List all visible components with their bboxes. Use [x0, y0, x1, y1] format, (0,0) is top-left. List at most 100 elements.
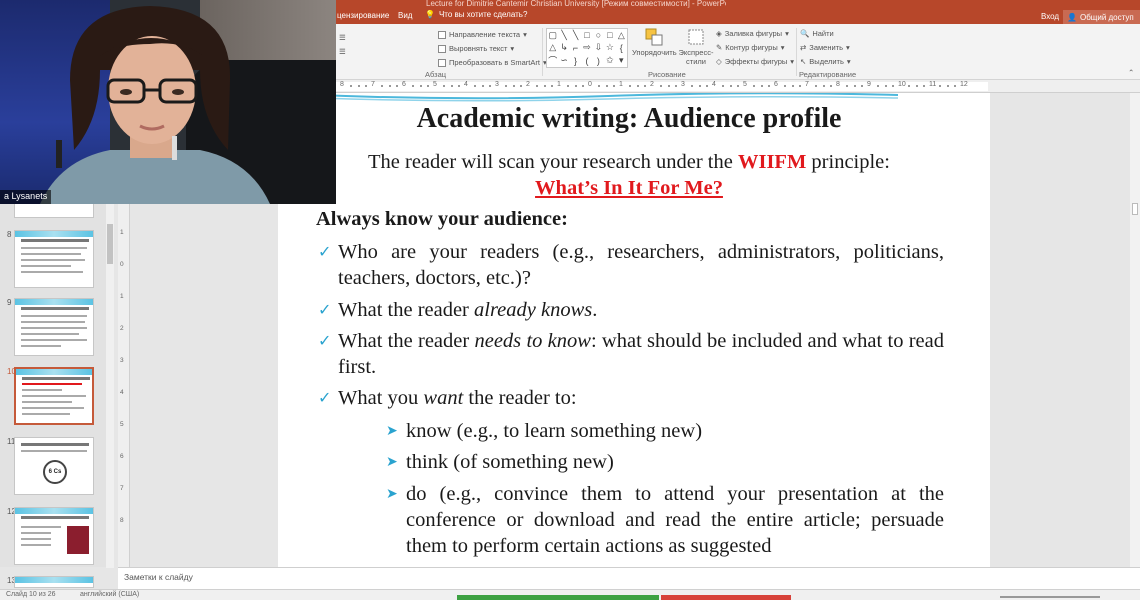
slide[interactable]: Academic writing: Audience profile The r… — [278, 93, 990, 567]
slide-thumbnail[interactable] — [14, 298, 94, 356]
smartart-button[interactable]: Преобразовать в SmartArt ▾ — [438, 58, 547, 67]
vruler-number: 6 — [120, 453, 124, 460]
replace-label: Заменить — [809, 43, 843, 52]
ruler-tick — [760, 85, 763, 87]
shape-brace-icon[interactable]: ) — [593, 54, 604, 67]
shape-brace-icon[interactable]: } — [570, 54, 581, 67]
align-text-icon — [438, 44, 446, 53]
thumbnail-number: 9 — [7, 298, 12, 307]
shape-triangle-icon[interactable]: △ — [547, 42, 558, 55]
shape-brace-icon[interactable]: ( — [581, 54, 592, 67]
ruler-tick — [938, 85, 941, 87]
ruler-tick — [520, 85, 523, 87]
select-button[interactable]: ↖ Выделить ▾ — [800, 57, 851, 66]
align-text-button[interactable]: Выровнять текст ▾ — [438, 44, 514, 53]
slide-thumbnail[interactable]: 6 Cs — [14, 437, 94, 495]
login-button[interactable]: Вход — [1041, 12, 1059, 21]
thumb-text-line — [22, 395, 86, 397]
notes-placeholder: Заметки к слайду — [124, 572, 193, 582]
shape-connector-icon[interactable]: ⌐ — [570, 42, 581, 55]
horizontal-ruler[interactable]: 8 7 6 5 4 3 2 1 0 1 2 3 4 5 6 7 8 9 10 11 12 — [336, 80, 1140, 93]
replace-button[interactable]: ⇄ Заменить ▾ — [800, 43, 850, 52]
shape-oval-icon[interactable]: ○ — [593, 29, 604, 42]
align-left-icon[interactable]: ☰ — [339, 33, 346, 42]
shape-brace-icon[interactable]: { — [616, 42, 627, 55]
arrange-button[interactable]: Упорядочить — [632, 28, 677, 57]
ruler-tick — [675, 85, 678, 87]
slide-thumbnail[interactable] — [14, 576, 94, 588]
slide-thumbnail[interactable] — [14, 507, 94, 565]
thumb-title — [22, 377, 90, 380]
share-button[interactable]: 👤 Общий доступ — [1063, 10, 1140, 24]
shape-line-icon[interactable]: ╲ — [570, 29, 581, 42]
thumb-title — [21, 239, 89, 242]
user-icon: 👤 — [1067, 12, 1077, 22]
ruler-tick — [458, 85, 461, 87]
shapes-gallery[interactable]: ▢ ╲ ╲ □ ○ □ △ △ ↳ ⌐ ⇨ ⇩ ☆ { ⌒ ∽ } ( ) ✩ … — [546, 28, 628, 68]
ruler-tick — [915, 85, 918, 87]
shape-star-icon[interactable]: ☆ — [604, 42, 615, 55]
scroll-thumb[interactable] — [107, 224, 113, 264]
quick-styles-button[interactable]: Экспресс-стили — [678, 28, 714, 66]
wiifm-line[interactable]: The reader will scan your research under… — [278, 151, 980, 174]
meeting-bar-green[interactable] — [457, 595, 659, 600]
pen-icon: ✎ — [716, 43, 723, 52]
vertical-scrollbar[interactable] — [1130, 93, 1140, 567]
shape-triangle-icon[interactable]: △ — [616, 29, 627, 42]
shape-effects-button[interactable]: ◇ Эффекты фигуры ▾ — [716, 57, 794, 66]
ruler-tick — [752, 85, 755, 87]
tab-review[interactable]: цензирование — [337, 11, 389, 20]
wiifm-expansion[interactable]: What’s In It For Me? — [278, 177, 980, 200]
shape-rect-icon[interactable]: □ — [581, 29, 592, 42]
b4-em: want — [423, 387, 464, 409]
webcam-video[interactable]: a Lysanets — [0, 0, 336, 204]
tab-view[interactable]: Вид — [398, 11, 412, 20]
ruler-number: 11 — [929, 81, 937, 88]
always-heading[interactable]: Always know your audience: — [316, 208, 568, 231]
shape-text-box-icon[interactable]: ▢ — [547, 29, 558, 42]
ruler-tick — [644, 85, 647, 87]
ruler-tick — [380, 85, 383, 87]
zoom-slider[interactable] — [1000, 596, 1100, 598]
language[interactable]: английский (США) — [80, 591, 139, 598]
shape-connector-icon[interactable]: ↳ — [558, 42, 569, 55]
ruler-number: 1 — [619, 81, 623, 88]
ruler-tick — [729, 85, 732, 87]
thumb-text-line — [21, 526, 61, 528]
slide-thumbnail[interactable] — [14, 230, 94, 288]
shape-curve-icon[interactable]: ∽ — [558, 54, 569, 67]
vruler-number: 3 — [120, 357, 124, 364]
ruler-number: 0 — [588, 81, 592, 88]
ruler-number: 3 — [495, 81, 499, 88]
slide-info: Слайд 10 из 26 — [6, 591, 56, 598]
slide-thumbnail-active[interactable] — [14, 367, 94, 425]
shape-fill-button[interactable]: ◈ Заливка фигуры ▾ — [716, 29, 789, 38]
thumbnail-scrollbar[interactable] — [106, 204, 114, 568]
align-center-icon[interactable]: ☰ — [339, 47, 346, 56]
meeting-bar-red[interactable] — [661, 595, 791, 600]
shape-curve-icon[interactable]: ⌒ — [547, 54, 558, 67]
ruler-tick — [504, 85, 507, 87]
shape-star-icon[interactable]: ✩ — [604, 54, 615, 67]
shape-more-icon[interactable]: ▾ — [616, 54, 627, 67]
b3-em: needs to know — [474, 330, 591, 352]
shape-arrow-icon[interactable]: ⇩ — [593, 42, 604, 55]
shape-line-icon[interactable]: ╲ — [558, 29, 569, 42]
ruler-tick — [822, 85, 825, 87]
notes-pane[interactable]: Заметки к слайду — [118, 567, 1140, 589]
slide-title[interactable]: Academic writing: Audience profile — [278, 103, 980, 135]
shape-rect-icon[interactable]: □ — [604, 29, 615, 42]
shape-arrow-icon[interactable]: ⇨ — [581, 42, 592, 55]
find-button[interactable]: 🔍 Найти — [800, 29, 834, 38]
shape-outline-button[interactable]: ✎ Контур фигуры ▾ — [716, 43, 785, 52]
ruler-tick — [489, 85, 492, 87]
checkmark-icon: ✓ — [318, 300, 332, 319]
tell-me-box[interactable]: 💡 Что вы хотите сделать? — [425, 10, 527, 19]
ruler-tick — [830, 85, 833, 87]
text-direction-button[interactable]: Направление текста ▾ — [438, 30, 527, 39]
scroll-thumb[interactable] — [1132, 203, 1138, 215]
bullet-text: Who are your readers (e.g., researchers,… — [338, 241, 944, 289]
collapse-ribbon-icon[interactable]: ⌃ — [1128, 68, 1134, 77]
thumb-wave — [15, 231, 93, 237]
ruler-tick — [512, 85, 515, 87]
